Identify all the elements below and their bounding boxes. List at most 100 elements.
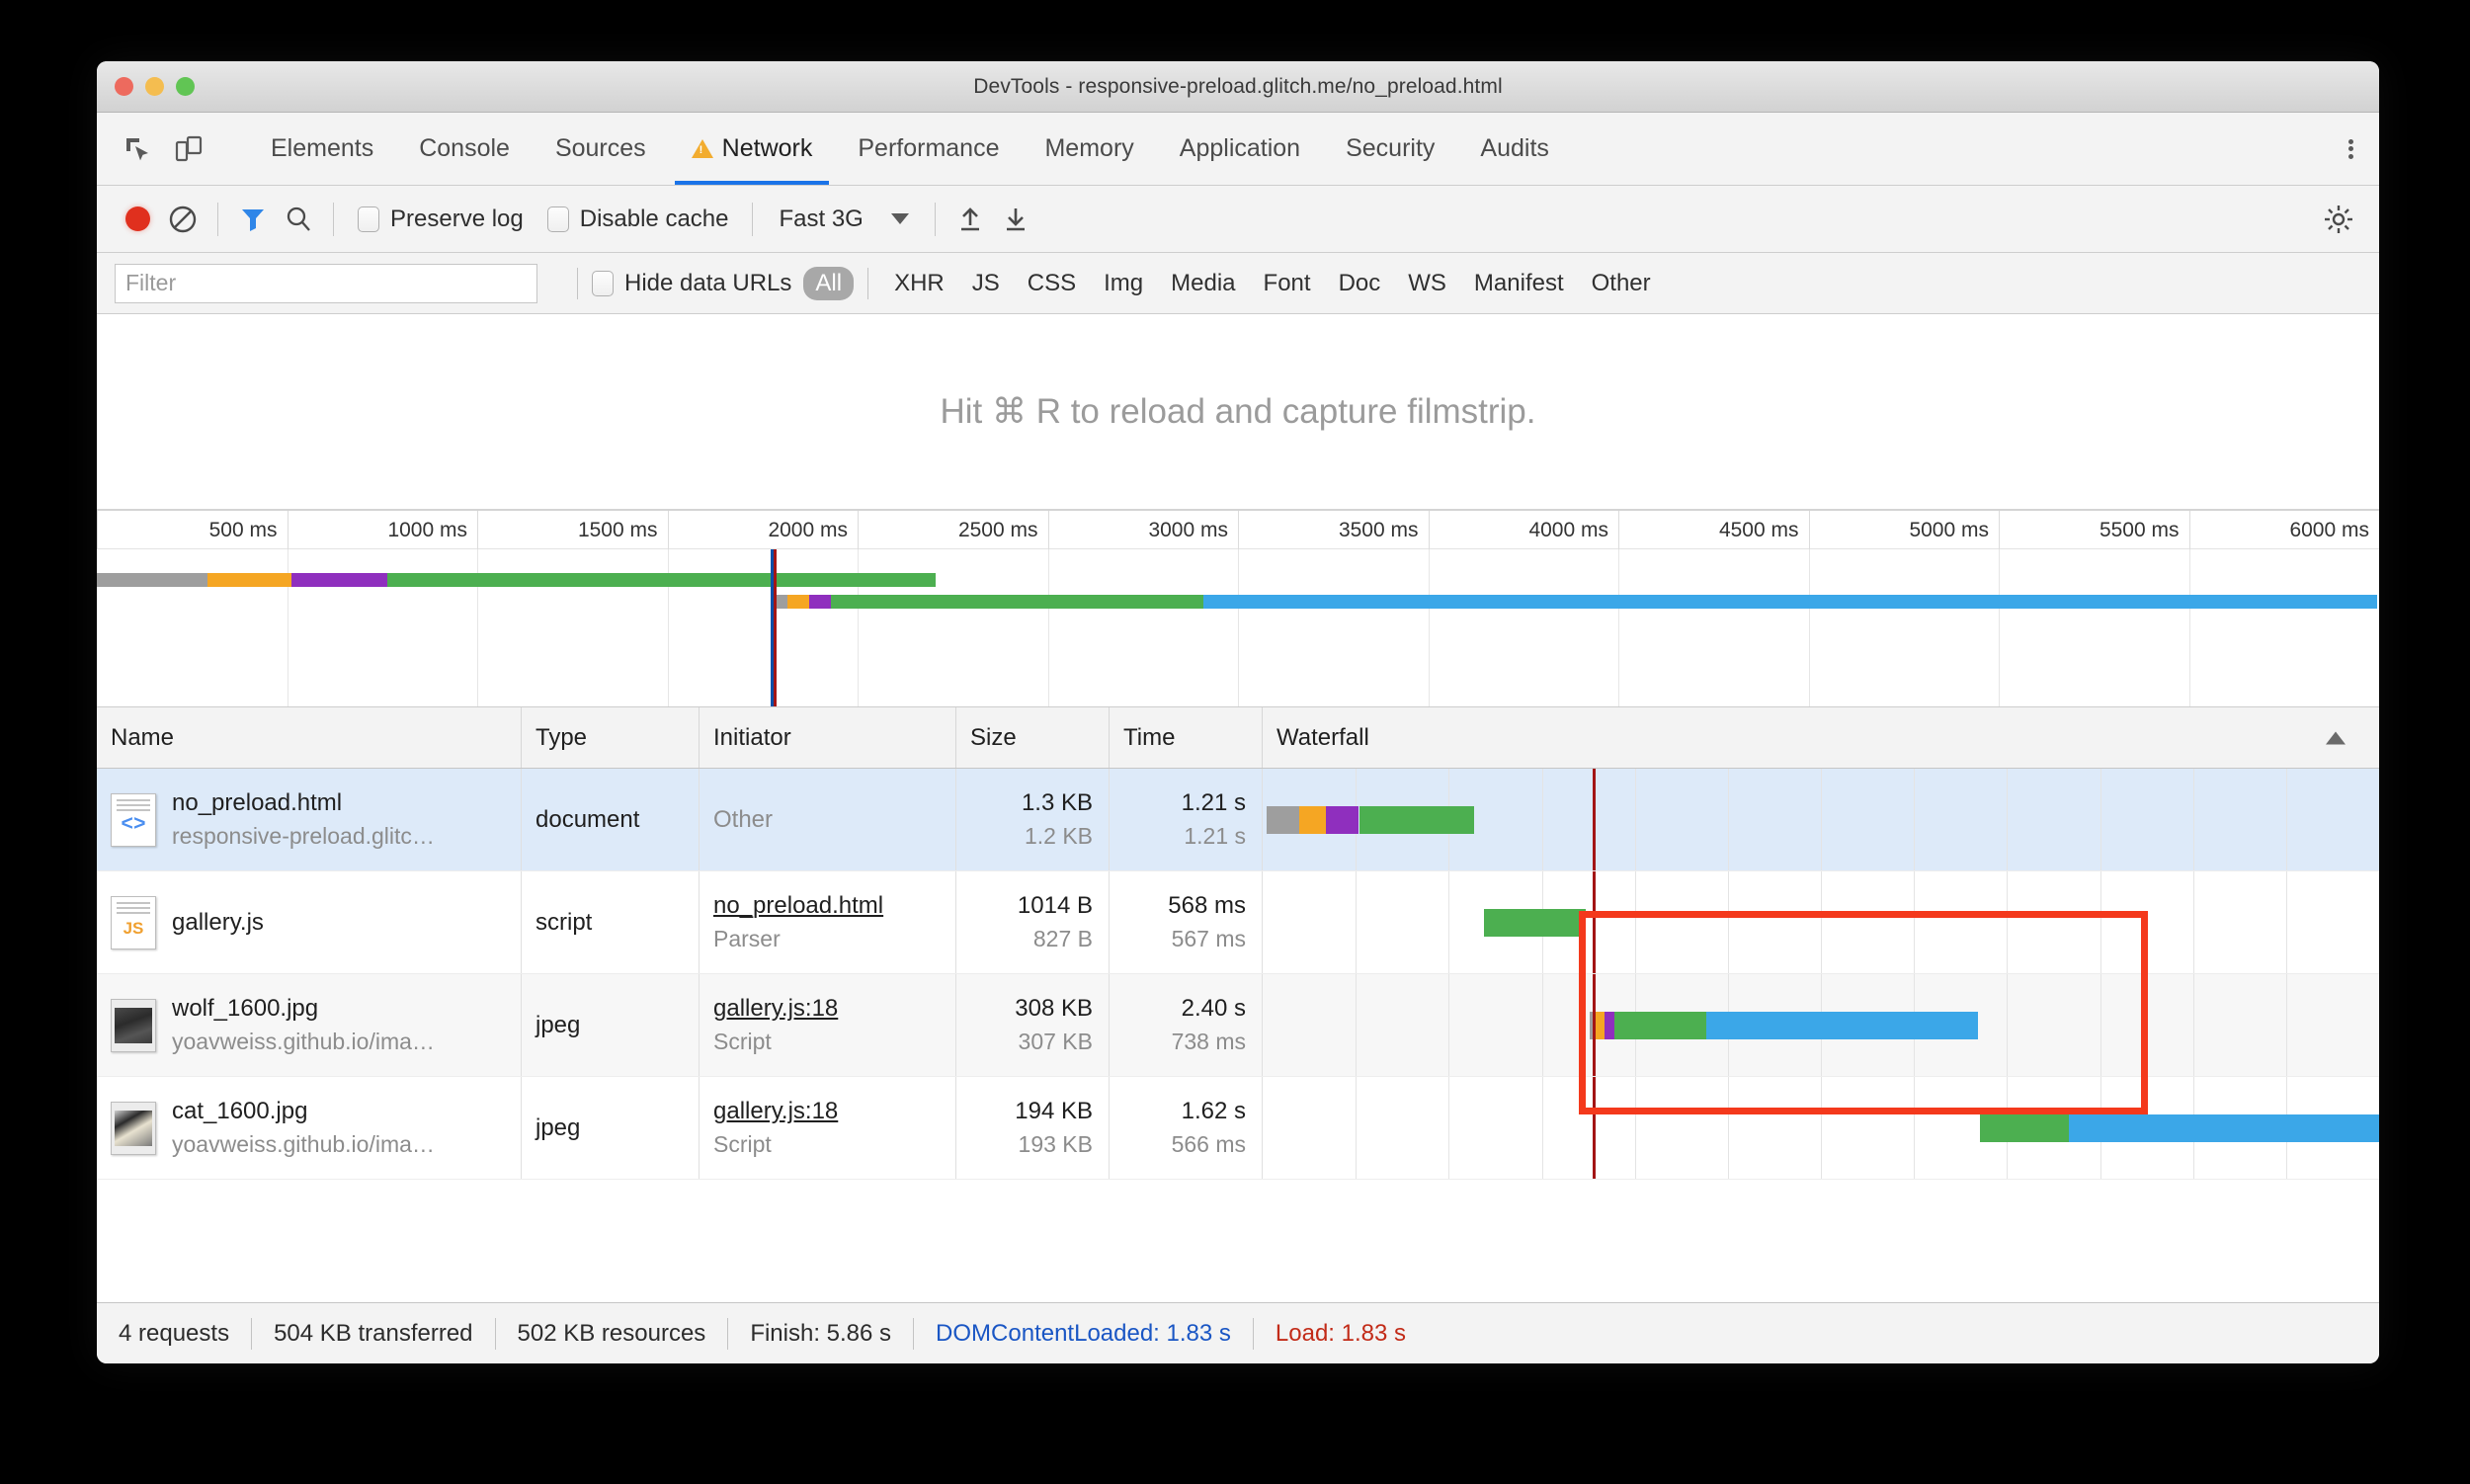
- overview-bars[interactable]: [97, 549, 2379, 707]
- row-initiator-link[interactable]: gallery.js:18: [713, 995, 838, 1023]
- row-name: cat_1600.jpg: [172, 1098, 308, 1124]
- row-time: 1.62 s: [1181, 1098, 1246, 1124]
- more-options-icon[interactable]: [2323, 113, 2379, 185]
- column-label: Size: [970, 723, 1017, 751]
- column-header-waterfall[interactable]: Waterfall: [1263, 707, 2379, 768]
- waterfall-segment-content_download: [2068, 1113, 2379, 1142]
- cell-waterfall[interactable]: [1263, 1077, 2379, 1179]
- overview-segment-stalled: [786, 595, 809, 609]
- disable-cache-checkbox[interactable]: Disable cache: [535, 206, 741, 233]
- tab-elements[interactable]: Elements: [248, 113, 396, 185]
- row-initiator-link[interactable]: no_preload.html: [713, 892, 883, 920]
- inspect-element-icon[interactable]: [119, 130, 156, 168]
- waterfall-segment-dns_connect: [1325, 805, 1359, 834]
- filter-type-other[interactable]: Other: [1580, 267, 1663, 300]
- waterfall-bar[interactable]: [1263, 1011, 2379, 1039]
- filter-type-xhr[interactable]: XHR: [882, 267, 956, 300]
- column-header-type[interactable]: Type: [522, 707, 700, 768]
- cell-type: jpeg: [522, 1077, 700, 1179]
- waterfall-load-marker: [1592, 769, 1596, 870]
- filter-type-js[interactable]: JS: [960, 267, 1012, 300]
- column-header-initiator[interactable]: Initiator: [700, 707, 956, 768]
- preserve-log-checkbox[interactable]: Preserve log: [346, 206, 535, 233]
- resource-type-filters: All XHR JS CSS Img Media Font Doc WS Man…: [803, 266, 1663, 300]
- devtools-window: DevTools - responsive-preload.glitch.me/…: [97, 61, 2379, 1363]
- waterfall-segment-content_download: [1706, 1011, 1979, 1039]
- search-icon[interactable]: [276, 197, 321, 242]
- tab-audits[interactable]: Audits: [1457, 113, 1571, 185]
- clear-icon[interactable]: [160, 197, 206, 242]
- table-row[interactable]: JS gallery.js script no_preload.html Parser 1…: [97, 871, 2379, 974]
- tab-memory[interactable]: Memory: [1022, 113, 1156, 185]
- column-header-name[interactable]: Name: [97, 707, 522, 768]
- waterfall-bar[interactable]: [1263, 1113, 2379, 1142]
- tab-application[interactable]: Application: [1157, 113, 1323, 185]
- row-size-sub: 1.2 KB: [1024, 823, 1093, 849]
- cell-name: cat_1600.jpg yoavweiss.github.io/ima…: [97, 1077, 522, 1179]
- row-name: wolf_1600.jpg: [172, 995, 319, 1022]
- waterfall-segment-dns_connect: [1605, 1011, 1615, 1039]
- cell-name: JS gallery.js: [97, 871, 522, 973]
- row-name: no_preload.html: [172, 789, 343, 816]
- device-toolbar-icon[interactable]: [170, 130, 207, 168]
- throttling-value: Fast 3G: [779, 205, 864, 232]
- row-type: document: [535, 805, 640, 833]
- overview-segment-request_sent: [553, 573, 937, 587]
- screenshot-root: DevTools - responsive-preload.glitch.me/…: [0, 0, 2470, 1484]
- status-finish: Finish: 5.86 s: [750, 1319, 892, 1347]
- table-row[interactable]: wolf_1600.jpg yoavweiss.github.io/ima… jpe…: [97, 974, 2379, 1077]
- cell-waterfall[interactable]: [1263, 871, 2379, 973]
- cell-waterfall[interactable]: [1263, 769, 2379, 870]
- window-title: DevTools - responsive-preload.glitch.me/…: [973, 74, 1503, 98]
- window-titlebar: DevTools - responsive-preload.glitch.me/…: [97, 61, 2379, 113]
- waterfall-segment-request_sent: [1358, 805, 1475, 834]
- tab-sources[interactable]: Sources: [533, 113, 669, 185]
- filter-type-ws[interactable]: WS: [1396, 267, 1458, 300]
- waterfall-segment-request_sent: [1980, 1113, 2069, 1142]
- filter-type-all[interactable]: All: [803, 266, 855, 300]
- tab-console[interactable]: Console: [396, 113, 533, 185]
- timeline-tick: 6000 ms: [2188, 511, 2380, 550]
- download-icon[interactable]: [993, 197, 1038, 242]
- overview-segment-request_sent: [831, 595, 1203, 609]
- filter-icon[interactable]: [230, 197, 276, 242]
- filter-type-font[interactable]: Font: [1252, 267, 1323, 300]
- filter-type-media[interactable]: Media: [1159, 267, 1247, 300]
- tab-label: Audits: [1480, 134, 1549, 162]
- waterfall-bar[interactable]: [1263, 908, 2379, 937]
- tab-performance[interactable]: Performance: [835, 113, 1022, 185]
- filter-input[interactable]: [115, 263, 537, 303]
- overview-request-bar: [97, 595, 2379, 609]
- filter-type-doc[interactable]: Doc: [1327, 267, 1393, 300]
- tab-network[interactable]: Network: [669, 113, 836, 185]
- tab-label: Network: [721, 134, 813, 162]
- hide-data-urls-label: Hide data URLs: [624, 269, 792, 296]
- tab-security[interactable]: Security: [1323, 113, 1457, 185]
- cell-waterfall[interactable]: [1263, 974, 2379, 1076]
- row-initiator-link[interactable]: gallery.js:18: [713, 1098, 838, 1125]
- filter-type-css[interactable]: CSS: [1016, 267, 1088, 300]
- timeline-tick: 1000 ms: [287, 511, 478, 550]
- table-row[interactable]: <> no_preload.html responsive-preload.glit…: [97, 769, 2379, 871]
- column-header-size[interactable]: Size: [956, 707, 1110, 768]
- waterfall-segment-request_sent: [1614, 1011, 1707, 1039]
- cell-time: 2.40 s 738 ms: [1110, 974, 1263, 1076]
- upload-icon[interactable]: [947, 197, 993, 242]
- chevron-down-icon: [890, 213, 909, 224]
- waterfall-load-marker: [1592, 871, 1596, 973]
- throttling-dropdown[interactable]: Fast 3G: [765, 206, 922, 233]
- waterfall-bar[interactable]: [1263, 805, 2379, 834]
- column-header-time[interactable]: Time: [1110, 707, 1263, 768]
- row-name: gallery.js: [172, 908, 264, 936]
- status-requests: 4 requests: [119, 1319, 230, 1347]
- filter-type-img[interactable]: Img: [1092, 267, 1155, 300]
- waterfall-segment-queueing: [1266, 805, 1300, 834]
- table-row[interactable]: cat_1600.jpg yoavweiss.github.io/ima… jpeg…: [97, 1077, 2379, 1180]
- row-size-sub: 193 KB: [1018, 1131, 1093, 1157]
- filter-type-manifest[interactable]: Manifest: [1462, 267, 1576, 300]
- hide-data-urls-checkbox[interactable]: Hide data URLs: [592, 270, 803, 297]
- row-time: 2.40 s: [1181, 995, 1246, 1022]
- record-icon[interactable]: [115, 197, 160, 242]
- row-type: script: [535, 908, 593, 936]
- gear-icon[interactable]: [2316, 197, 2361, 242]
